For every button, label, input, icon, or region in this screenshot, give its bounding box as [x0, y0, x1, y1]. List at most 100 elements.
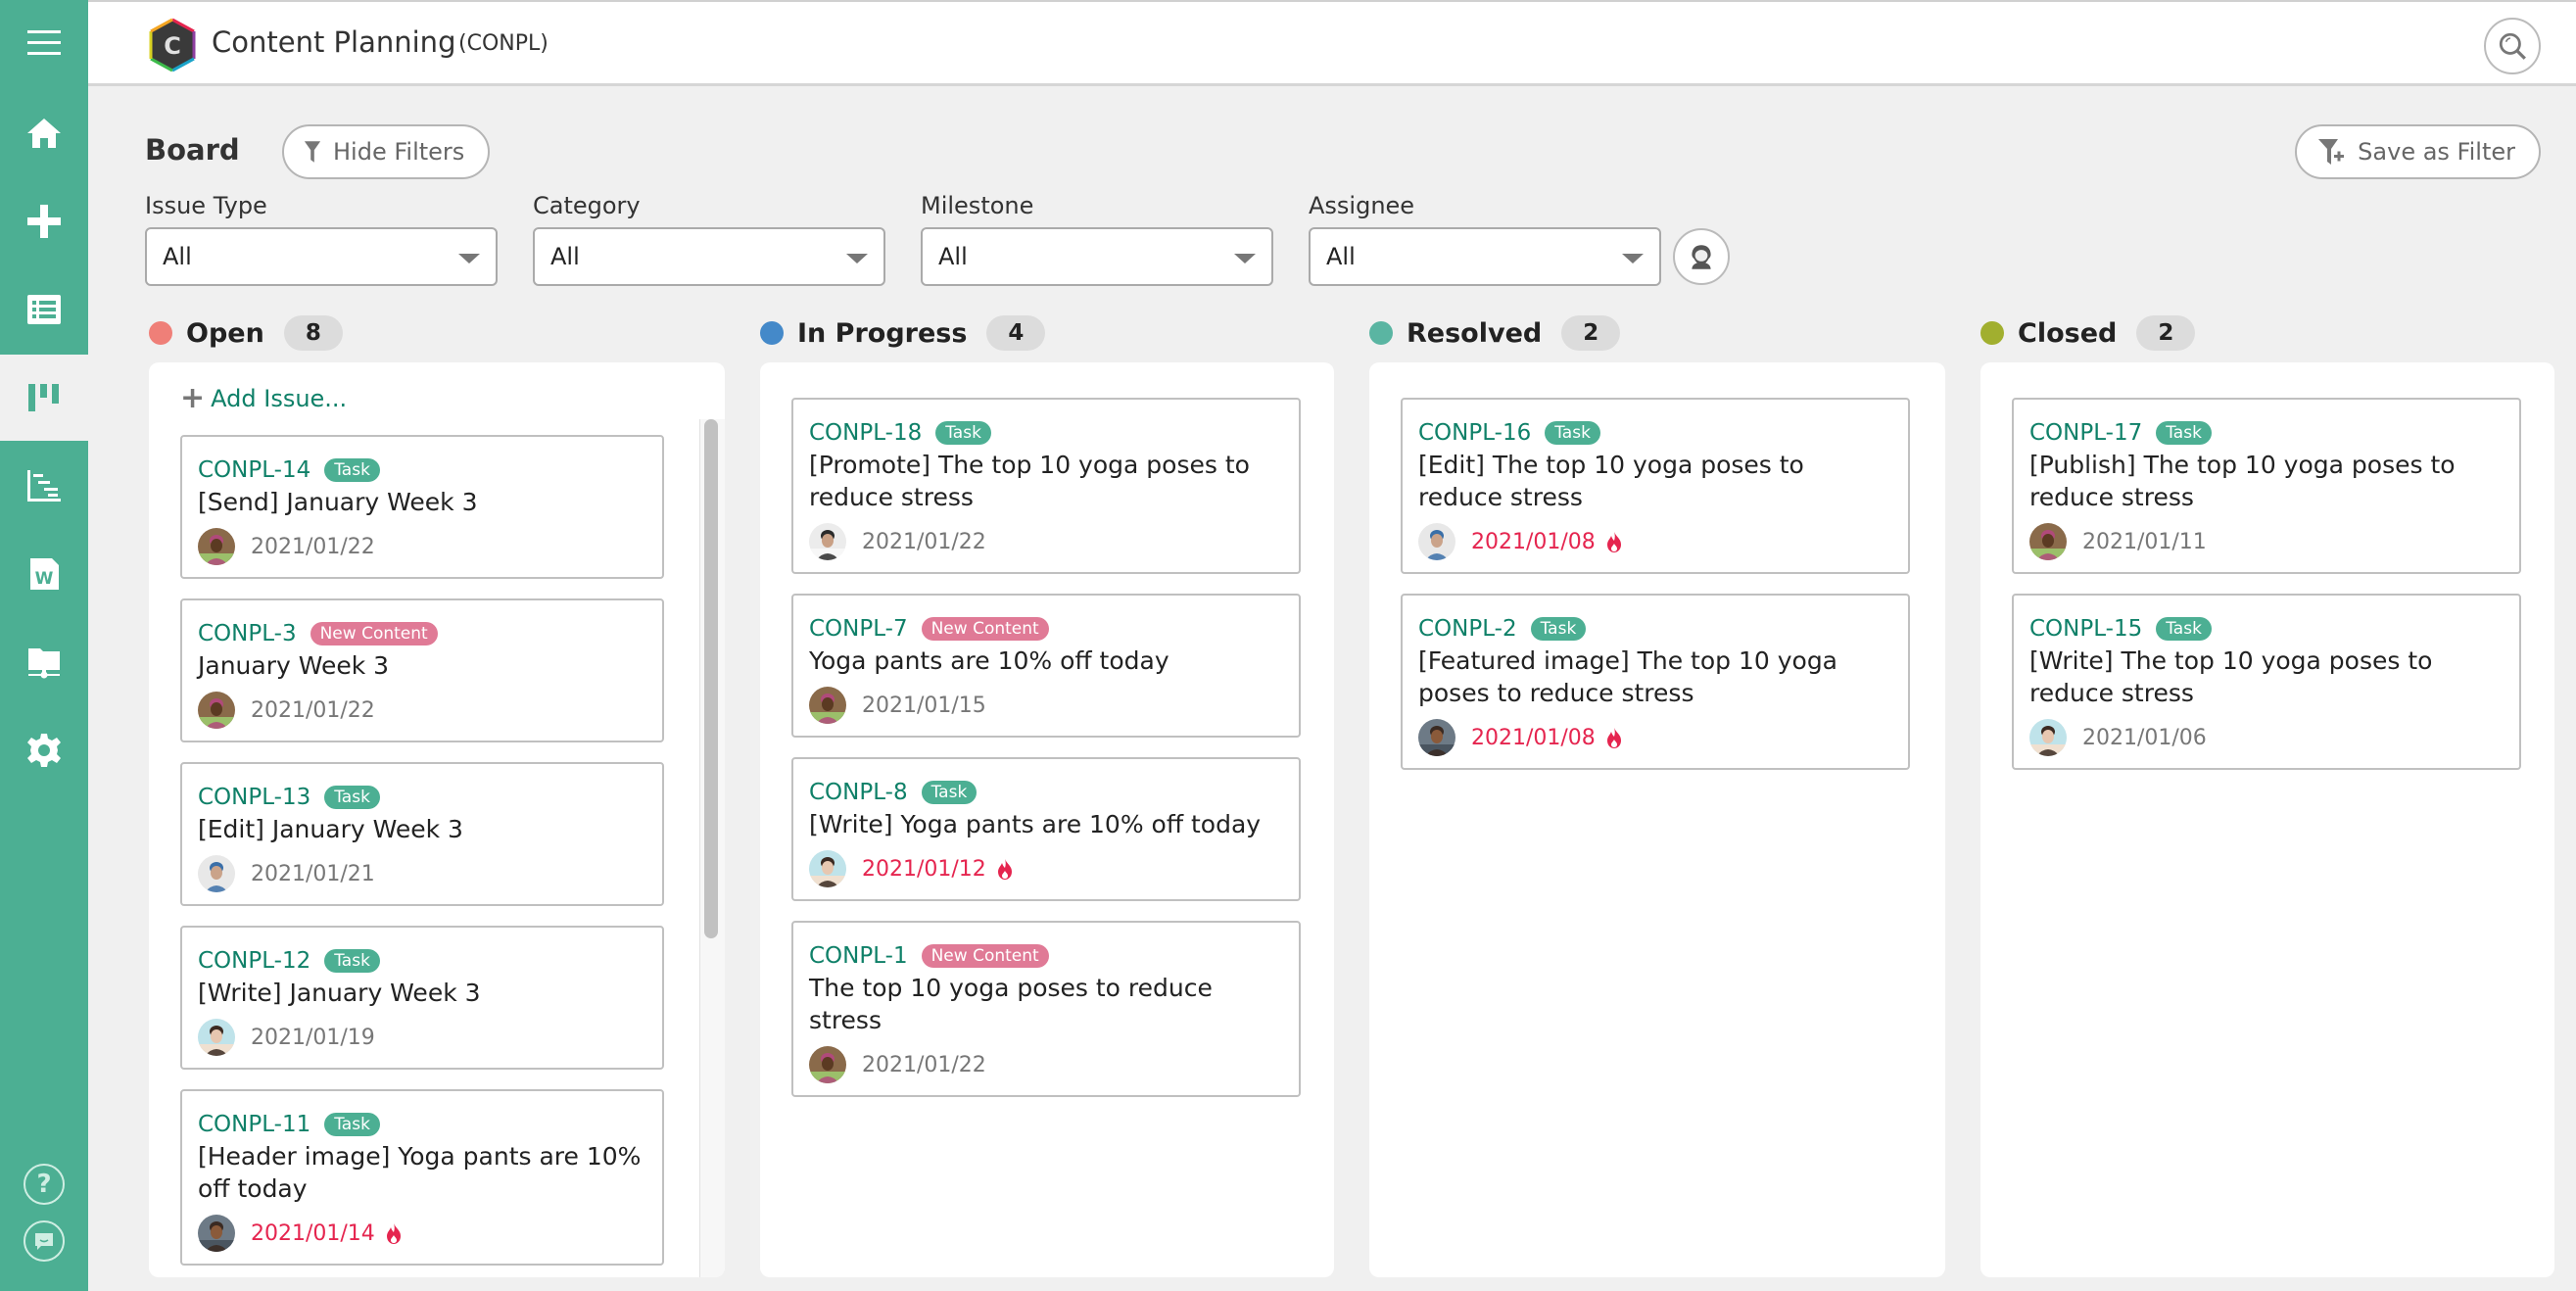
card-header: CONPL-11 Task — [198, 1109, 646, 1140]
category-select[interactable]: All — [533, 227, 885, 286]
add-issue-link[interactable]: + Add Issue... — [180, 384, 347, 413]
assign-to-me-button[interactable] — [1673, 228, 1730, 285]
assignee-avatar — [1418, 523, 1455, 560]
issue-summary[interactable]: [Edit] The top 10 yoga poses to reduce s… — [1418, 449, 1892, 513]
issue-key-link[interactable]: CONPL-12 — [198, 948, 310, 974]
issue-card[interactable]: CONPL-18 Task [Promote] The top 10 yoga … — [791, 398, 1301, 574]
issue-key-link[interactable]: CONPL-11 — [198, 1112, 310, 1137]
assignee-select[interactable]: All — [1309, 227, 1661, 286]
column-count: 2 — [1561, 315, 1621, 351]
sidebar-item-home[interactable] — [0, 90, 88, 176]
search-icon — [2499, 32, 2526, 60]
save-as-filter-button[interactable]: Save as Filter — [2295, 124, 2541, 179]
issue-key-link[interactable]: CONPL-14 — [198, 457, 310, 483]
fire-icon — [1606, 728, 1621, 748]
issue-card[interactable]: CONPL-14 Task [Send] January Week 3 2021… — [180, 435, 664, 579]
card-footer: 2021/01/22 — [198, 522, 646, 571]
chevron-down-icon — [458, 254, 480, 263]
sidebar-item-board[interactable] — [0, 355, 88, 441]
milestone-select[interactable]: All — [921, 227, 1273, 286]
issue-type-select[interactable]: All — [145, 227, 498, 286]
issue-key-link[interactable]: CONPL-2 — [1418, 616, 1517, 642]
issue-key-link[interactable]: CONPL-7 — [809, 616, 908, 642]
due-date: 2021/01/19 — [251, 1025, 375, 1050]
issue-summary[interactable]: [Send] January Week 3 — [198, 486, 646, 518]
due-date: 2021/01/12 — [862, 856, 986, 882]
sidebar-menu-button[interactable] — [0, 0, 88, 86]
issue-card[interactable]: CONPL-11 Task [Header image] Yoga pants … — [180, 1089, 664, 1266]
issue-summary[interactable]: [Promote] The top 10 yoga poses to reduc… — [809, 449, 1283, 513]
issue-card[interactable]: CONPL-1 New Content The top 10 yoga pose… — [791, 921, 1301, 1097]
sidebar-item-files[interactable] — [0, 619, 88, 705]
issue-card[interactable]: CONPL-17 Task [Publish] The top 10 yoga … — [2012, 398, 2521, 574]
issue-key-link[interactable]: CONPL-8 — [809, 780, 908, 805]
issue-card[interactable]: CONPL-7 New Content Yoga pants are 10% o… — [791, 594, 1301, 738]
card-footer: 2021/01/11 — [2029, 517, 2504, 566]
add-icon — [27, 205, 61, 238]
project-key: (CONPL) — [458, 31, 549, 56]
issue-summary[interactable]: [Header image] Yoga pants are 10% off to… — [198, 1140, 646, 1205]
card-header: CONPL-16 Task — [1418, 417, 1892, 449]
gantt-icon — [27, 470, 61, 502]
card-header: CONPL-18 Task — [809, 417, 1283, 449]
due-date: 2021/01/22 — [251, 534, 375, 559]
due-date: 2021/01/21 — [251, 861, 375, 886]
issue-summary[interactable]: January Week 3 — [198, 649, 646, 682]
issue-summary[interactable]: [Publish] The top 10 yoga poses to reduc… — [2029, 449, 2504, 513]
hide-filters-button[interactable]: Hide Filters — [282, 124, 491, 179]
issue-type-tag: New Content — [921, 617, 1049, 641]
assignee-avatar — [809, 523, 846, 560]
filter-category: Category All — [533, 192, 885, 286]
issue-card[interactable]: CONPL-15 Task [Write] The top 10 yoga po… — [2012, 594, 2521, 770]
assignee-avatar — [198, 1019, 235, 1056]
assignee-avatar — [198, 1215, 235, 1252]
issue-card[interactable]: CONPL-13 Task [Edit] January Week 3 2021… — [180, 762, 664, 906]
issue-summary[interactable]: [Write] The top 10 yoga poses to reduce … — [2029, 645, 2504, 709]
issue-card[interactable]: CONPL-12 Task [Write] January Week 3 202… — [180, 926, 664, 1070]
issue-key-link[interactable]: CONPL-18 — [809, 420, 922, 446]
sidebar-item-settings[interactable] — [0, 707, 88, 793]
sidebar-item-add-issue[interactable] — [0, 178, 88, 264]
issue-card[interactable]: CONPL-3 New Content January Week 3 2021/… — [180, 598, 664, 742]
sidebar-item-issues[interactable] — [0, 266, 88, 353]
issue-summary[interactable]: [Write] Yoga pants are 10% off today — [809, 808, 1283, 840]
issue-type-tag: Task — [324, 786, 380, 809]
project-title[interactable]: Content Planning — [212, 25, 455, 59]
fire-icon — [997, 859, 1012, 880]
column-closed: CONPL-17 Task [Publish] The top 10 yoga … — [1980, 362, 2554, 1277]
issue-card[interactable]: CONPL-8 Task [Write] Yoga pants are 10% … — [791, 757, 1301, 901]
issue-summary[interactable]: [Featured image] The top 10 yoga poses t… — [1418, 645, 1892, 709]
issue-summary[interactable]: Yoga pants are 10% off today — [809, 645, 1283, 677]
issue-key-link[interactable]: CONPL-1 — [809, 943, 908, 969]
scrollbar-thumb[interactable] — [704, 419, 718, 938]
save-as-filter-label: Save as Filter — [2358, 138, 2515, 166]
issue-summary[interactable]: [Write] January Week 3 — [198, 977, 646, 1009]
sidebar-item-wiki[interactable]: W — [0, 531, 88, 617]
fire-icon — [386, 1223, 401, 1244]
select-value: All — [163, 243, 192, 270]
issue-card[interactable]: CONPL-16 Task [Edit] The top 10 yoga pos… — [1401, 398, 1910, 574]
filter-label: Assignee — [1309, 192, 1415, 219]
card-header: CONPL-14 Task — [198, 454, 646, 486]
assignee-avatar — [198, 528, 235, 565]
issue-key-link[interactable]: CONPL-13 — [198, 785, 310, 810]
column-count: 4 — [986, 315, 1046, 351]
issue-type-tag: Task — [2156, 421, 2212, 445]
filter-add-icon — [2318, 139, 2345, 165]
feedback-button[interactable] — [24, 1220, 65, 1262]
column-open: + Add Issue... CONPL-14 Task [Send] Janu… — [149, 362, 725, 1277]
card-header: CONPL-2 Task — [1418, 613, 1892, 645]
issue-summary[interactable]: The top 10 yoga poses to reduce stress — [809, 972, 1283, 1036]
issue-key-link[interactable]: CONPL-15 — [2029, 616, 2142, 642]
issue-card[interactable]: CONPL-2 Task [Featured image] The top 10… — [1401, 594, 1910, 770]
sidebar-item-gantt[interactable] — [0, 443, 88, 529]
search-button[interactable] — [2484, 18, 2541, 74]
help-button[interactable]: ? — [24, 1164, 65, 1205]
issue-key-link[interactable]: CONPL-17 — [2029, 420, 2142, 446]
filter-label: Category — [533, 192, 641, 219]
column-scrollbar[interactable] — [699, 419, 725, 1277]
issue-key-link[interactable]: CONPL-16 — [1418, 420, 1531, 446]
issue-summary[interactable]: [Edit] January Week 3 — [198, 813, 646, 845]
issue-key-link[interactable]: CONPL-3 — [198, 621, 297, 646]
filter-label: Milestone — [921, 192, 1034, 219]
